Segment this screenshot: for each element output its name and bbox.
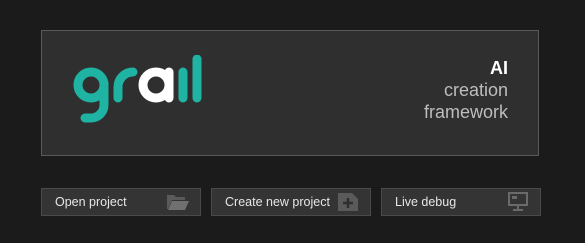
- plus-icon: [335, 191, 361, 213]
- tagline-ai: AI: [490, 58, 508, 78]
- create-new-project-label: Create new project: [225, 195, 330, 209]
- open-project-label: Open project: [55, 195, 127, 209]
- live-debug-button[interactable]: Live debug: [381, 188, 541, 216]
- hero-banner: AI creation framework: [41, 30, 539, 156]
- monitor-icon: [505, 191, 531, 213]
- grail-logo: [73, 55, 202, 123]
- open-project-button[interactable]: Open project: [41, 188, 201, 216]
- folder-open-icon: [165, 191, 191, 213]
- tagline-creation: creation: [443, 80, 508, 100]
- tagline: AI creation framework: [424, 57, 508, 123]
- live-debug-label: Live debug: [395, 195, 457, 209]
- create-new-project-button[interactable]: Create new project: [211, 188, 371, 216]
- tagline-framework: framework: [423, 102, 508, 122]
